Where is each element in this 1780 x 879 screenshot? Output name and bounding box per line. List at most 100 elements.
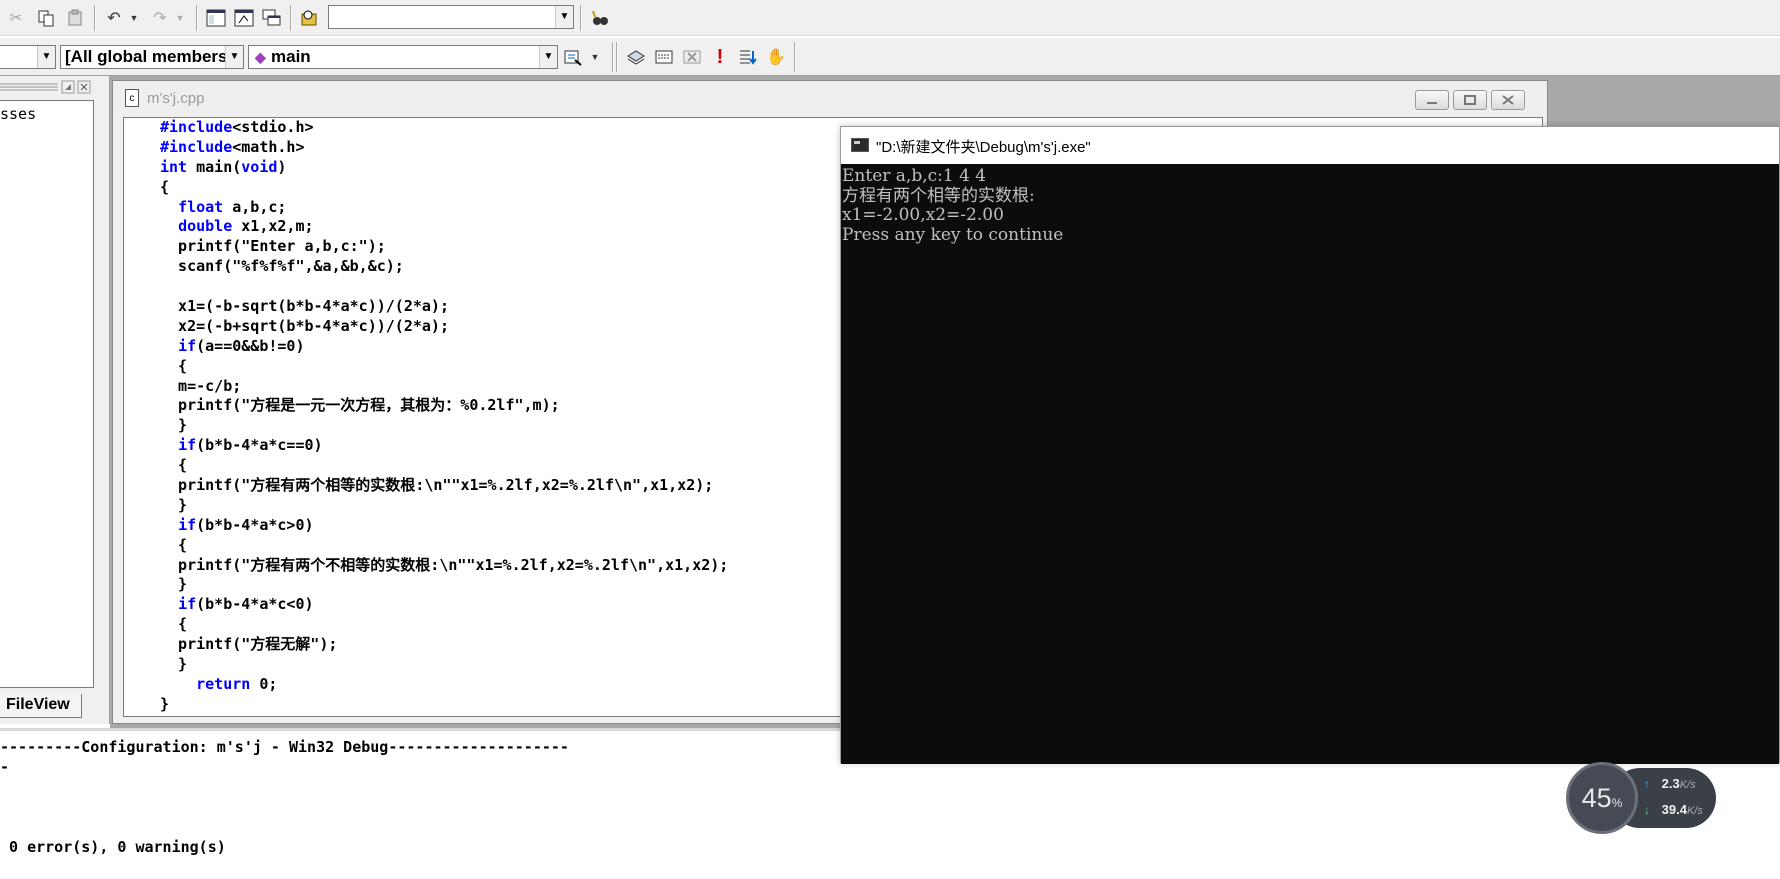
- source-file-icon: c: [125, 89, 139, 107]
- build-output-text: ---------Configuration: m's'j - Win32 De…: [0, 737, 569, 857]
- find-binoculars-icon[interactable]: [588, 6, 612, 30]
- wizardbar-toolbar: ▼ [All global members ▼ ◆ main ▼ ▼ ! ✋: [0, 38, 1780, 76]
- function-combo[interactable]: ◆ main ▼: [248, 45, 558, 69]
- workspace-pane: sses FileView: [0, 76, 110, 724]
- upload-unit: K/s: [1679, 779, 1696, 791]
- workspace-gripper[interactable]: [0, 80, 96, 94]
- code-line: #include<stdio.h>: [160, 118, 314, 136]
- close-button[interactable]: [1491, 90, 1525, 110]
- stop-build-icon[interactable]: [680, 45, 704, 69]
- wizard-action-dropdown-icon[interactable]: ▼: [588, 45, 602, 69]
- code-line: x1=(-b-sqrt(b*b-4*a*c))/(2*a);: [160, 297, 449, 316]
- copy-icon[interactable]: [34, 6, 58, 30]
- cut-icon[interactable]: ✂: [4, 6, 28, 30]
- chevron-down-icon[interactable]: ▼: [539, 46, 557, 68]
- console-line: Enter a,b,c:1 4 4: [842, 166, 987, 186]
- code-line: {: [160, 456, 188, 475]
- console-line: 方程有两个相等的实数根:: [842, 185, 1035, 206]
- editor-title: m's'j.cpp: [147, 90, 205, 107]
- code-line: if(a==0&&b!=0): [178, 336, 305, 355]
- toolbar-separator: [612, 42, 614, 72]
- code-line: printf("Enter a,b,c:");: [160, 237, 386, 256]
- download-unit: K/s: [1686, 805, 1703, 817]
- output-line: -: [0, 758, 10, 776]
- tab-fileview[interactable]: FileView: [0, 694, 82, 718]
- code-line: return 0;: [196, 674, 278, 693]
- code-line: scanf("%f%f%f",&a,&b,&c);: [160, 257, 404, 276]
- code-line: }: [160, 655, 188, 674]
- code-line: {: [160, 356, 188, 375]
- code-line: {: [160, 177, 170, 196]
- usage-percent-unit: %: [1611, 796, 1623, 810]
- execute-icon[interactable]: !: [708, 45, 732, 69]
- console-title: "D:\新建文件夹\Debug\m's'j.exe": [876, 139, 1091, 156]
- find-combo[interactable]: ▼: [328, 5, 574, 29]
- chevron-down-icon[interactable]: ▼: [555, 6, 573, 28]
- code-line: #include<math.h>: [160, 137, 305, 156]
- code-line: printf("方程有两个不相等的实数根:\n""x1=%.2lf,x2=%.2…: [160, 555, 729, 574]
- code-line: printf("方程无解");: [160, 635, 338, 654]
- usage-percent: 45: [1581, 782, 1612, 813]
- chevron-down-icon[interactable]: ▼: [225, 46, 243, 68]
- window-list-icon[interactable]: [260, 6, 284, 30]
- go-debug-icon[interactable]: [736, 45, 760, 69]
- source-code[interactable]: #include<stdio.h> #include<math.h> int mai…: [160, 118, 728, 715]
- console-line: x1=-2.00,x2=-2.00: [842, 205, 1004, 225]
- code-line: double x1,x2,m;: [178, 217, 314, 236]
- code-line: printf("方程是一元一次方程，其根为：%0.2lf",m);: [160, 396, 560, 415]
- minimize-button[interactable]: [1415, 90, 1449, 110]
- redo-dropdown-icon[interactable]: ▼: [174, 6, 186, 30]
- code-line: }: [160, 575, 188, 594]
- download-speed: ↓ 39.4K/s: [1644, 802, 1703, 817]
- undo-dropdown-icon[interactable]: ▼: [128, 6, 140, 30]
- code-line: if(b*b-4*a*c>0): [178, 515, 314, 534]
- wizard-action-icon[interactable]: [562, 45, 586, 69]
- code-line: {: [160, 615, 188, 634]
- console-output-text: Enter a,b,c:1 4 4 方程有两个相等的实数根: x1=-2.00,x2…: [842, 166, 1064, 245]
- output-window-icon[interactable]: [232, 6, 256, 30]
- paste-icon[interactable]: [64, 6, 88, 30]
- download-value: 39.4: [1661, 802, 1687, 817]
- code-line: if(b*b-4*a*c<0): [178, 595, 314, 614]
- members-filter-combo[interactable]: [All global members ▼: [60, 45, 244, 69]
- class-combo[interactable]: ▼: [0, 45, 56, 69]
- chevron-down-icon[interactable]: ▼: [37, 46, 55, 68]
- console-app-icon: [851, 138, 869, 152]
- redo-icon[interactable]: ↷: [148, 6, 172, 30]
- code-line: int main(void): [160, 157, 287, 176]
- console-window: "D:\新建文件夹\Debug\m's'j.exe" Enter a,b,c:1…: [840, 126, 1780, 764]
- toolbar-separator: [616, 42, 618, 72]
- console-body[interactable]: Enter a,b,c:1 4 4 方程有两个相等的实数根: x1=-2.00,x2…: [841, 164, 1779, 764]
- editor-titlebar[interactable]: c m's'j.cpp: [113, 81, 1547, 117]
- method-icon: ◆: [255, 49, 266, 65]
- standard-toolbar: ✂ ↶ ▼ ↷ ▼ ▼: [0, 0, 1780, 36]
- network-speed-widget[interactable]: 45% ↑ 2.3K/s ↓ 39.4K/s: [1566, 762, 1716, 834]
- code-line: m=-c/b;: [160, 376, 242, 395]
- build-icon[interactable]: [652, 45, 676, 69]
- workspace-window-icon[interactable]: [204, 6, 228, 30]
- code-line: }: [160, 694, 170, 713]
- maximize-button[interactable]: [1453, 90, 1487, 110]
- members-filter-value: [All global members: [65, 47, 228, 66]
- undo-icon[interactable]: ↶: [102, 6, 126, 30]
- download-arrow-icon: ↓: [1644, 803, 1650, 817]
- upload-arrow-icon: ↑: [1644, 777, 1650, 791]
- workspace-tree[interactable]: sses: [0, 100, 94, 688]
- toolbar-separator: [94, 5, 96, 31]
- code-line: printf("方程有两个相等的实数根:\n""x1=%.2lf,x2=%.2l…: [160, 476, 714, 495]
- upload-value: 2.3: [1661, 776, 1680, 791]
- breakpoint-hand-icon[interactable]: ✋: [764, 45, 788, 69]
- find-in-files-icon[interactable]: [298, 6, 322, 30]
- tree-item-classes[interactable]: sses: [0, 105, 93, 123]
- console-titlebar[interactable]: "D:\新建文件夹\Debug\m's'j.exe": [841, 127, 1779, 164]
- code-line: }: [160, 495, 188, 514]
- console-line: Press any key to continue: [842, 224, 1064, 245]
- cpu-usage-gauge: 45%: [1566, 762, 1638, 834]
- function-combo-value: main: [271, 47, 311, 66]
- code-line: if(b*b-4*a*c==0): [178, 436, 323, 455]
- compile-icon[interactable]: [624, 45, 648, 69]
